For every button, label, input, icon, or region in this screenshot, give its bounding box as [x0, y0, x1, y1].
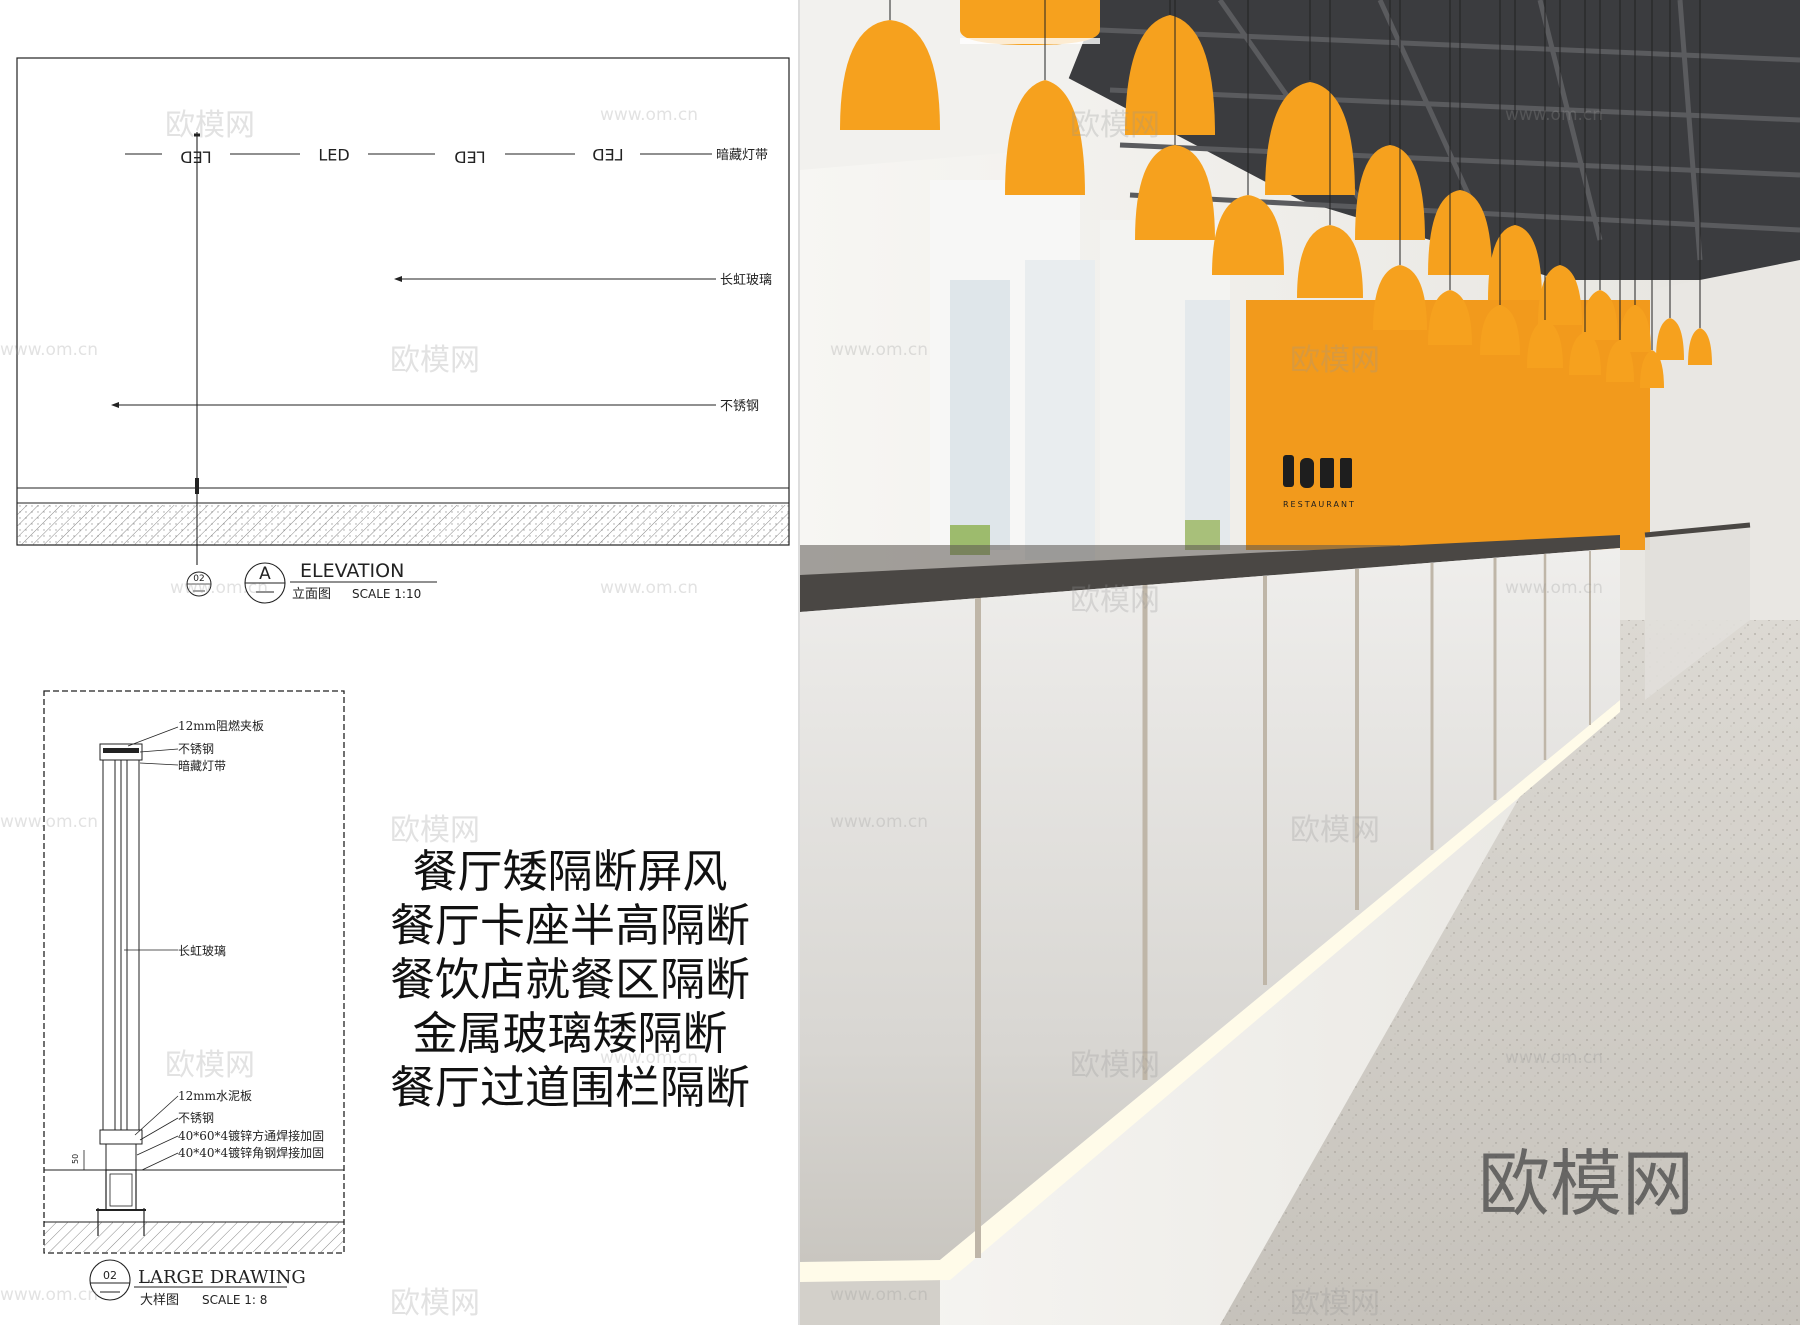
product-title-line: 金属玻璃矮隔断: [412, 1007, 728, 1060]
ref-number: 02: [193, 574, 204, 584]
logo-knife-icon: [1283, 455, 1294, 487]
led-label: LED: [180, 148, 211, 167]
product-title-line: 餐饮店就餐区隔断: [389, 953, 750, 1006]
elevation-floor-dots: [17, 505, 789, 545]
leader: [136, 1135, 179, 1156]
elevation-title: ELEVATION: [300, 560, 404, 582]
detail-marker: 02: [103, 1269, 117, 1282]
callout-stainless-steel: 不锈钢: [720, 399, 759, 414]
led-label: LED: [454, 148, 485, 167]
label-glass: 长虹玻璃: [178, 944, 226, 958]
led-label: LED: [318, 146, 349, 165]
interior-render: RESTAURANT 欧模网: [800, 0, 1800, 1325]
callout-changhong-glass: 长虹玻璃: [720, 273, 772, 288]
callout-hidden-light-strip: 暗藏灯带: [716, 148, 768, 163]
label-top-board: 12mm阻燃夹板: [178, 718, 264, 733]
label-stainless-bottom: 不锈钢: [178, 1111, 214, 1125]
detail-floor-hatch: [44, 1222, 344, 1252]
section-marker: A: [259, 564, 271, 584]
brand-watermark: 欧模网: [1478, 1142, 1695, 1226]
elevation-subtitle-cn: 立面图: [292, 587, 331, 602]
label-angle: 40*40*4镀锌角钢焊接加固: [178, 1145, 324, 1160]
product-title-line: 餐厅卡座半高隔断: [389, 899, 750, 952]
cad-drawing-panel: LED LED LED LED 暗藏灯带 长虹玻璃 不锈钢 02 A ELEVA…: [0, 0, 800, 1325]
leader: [127, 726, 179, 747]
leader: [139, 748, 179, 753]
large-drawing-detail: 50 12mm阻燃夹板 不锈钢 暗藏灯带 长虹玻璃 12mm水泥板 不锈钢 40…: [43, 690, 345, 1308]
label-cement-board: 12mm水泥板: [178, 1089, 252, 1103]
arrowhead: [111, 402, 119, 408]
product-title-line: 餐厅矮隔断屏风: [412, 845, 728, 898]
detail-title: LARGE DRAWING: [138, 1267, 306, 1288]
detail-base-tube: [105, 1169, 137, 1211]
window: [1025, 260, 1095, 560]
elevation-drawing: LED LED LED LED 暗藏灯带 长虹玻璃 不锈钢 02 A ELEVA…: [16, 57, 790, 604]
led-label: LED: [592, 146, 623, 165]
logo-spoon-icon: [1300, 458, 1314, 488]
label-light-strip: 暗藏灯带: [178, 758, 226, 773]
arrowhead: [394, 276, 402, 282]
detail-square-tube: [105, 1143, 137, 1171]
leader: [139, 1117, 179, 1141]
detail-top-board: [103, 748, 139, 753]
logo-fork-icon: [1340, 458, 1352, 488]
detail-dimension: 50: [71, 1154, 80, 1164]
detail-subtitle-cn: 大样图: [140, 1293, 179, 1308]
label-stainless-top: 不锈钢: [178, 742, 214, 756]
leader: [139, 762, 179, 766]
leader: [134, 1095, 179, 1136]
label-tube: 40*60*4镀锌方通焊接加固: [178, 1128, 324, 1143]
logo-fork-icon: [1320, 458, 1334, 488]
elevation-frame: [16, 57, 790, 546]
cad-drawing-svg: LED LED LED LED 暗藏灯带 长虹玻璃 不锈钢 02 A ELEVA…: [16, 0, 800, 1325]
window: [1185, 300, 1230, 550]
product-title-line: 餐厅过道围栏隔断: [389, 1061, 750, 1114]
detail-frame: [43, 690, 345, 1254]
leader: [141, 1152, 179, 1171]
window: [950, 280, 1010, 550]
product-title-block: 餐厅矮隔断屏风 餐厅卡座半高隔断 餐饮店就餐区隔断 金属玻璃矮隔断 餐厅过道围栏…: [370, 845, 770, 1115]
elevation-scale: SCALE 1:10: [352, 587, 421, 601]
detail-bottom-cap: [99, 1129, 143, 1145]
detail-scale: SCALE 1: 8: [202, 1293, 267, 1307]
pendant-lamp-icon: [960, 0, 1100, 45]
restaurant-sign: RESTAURANT: [1283, 500, 1356, 509]
